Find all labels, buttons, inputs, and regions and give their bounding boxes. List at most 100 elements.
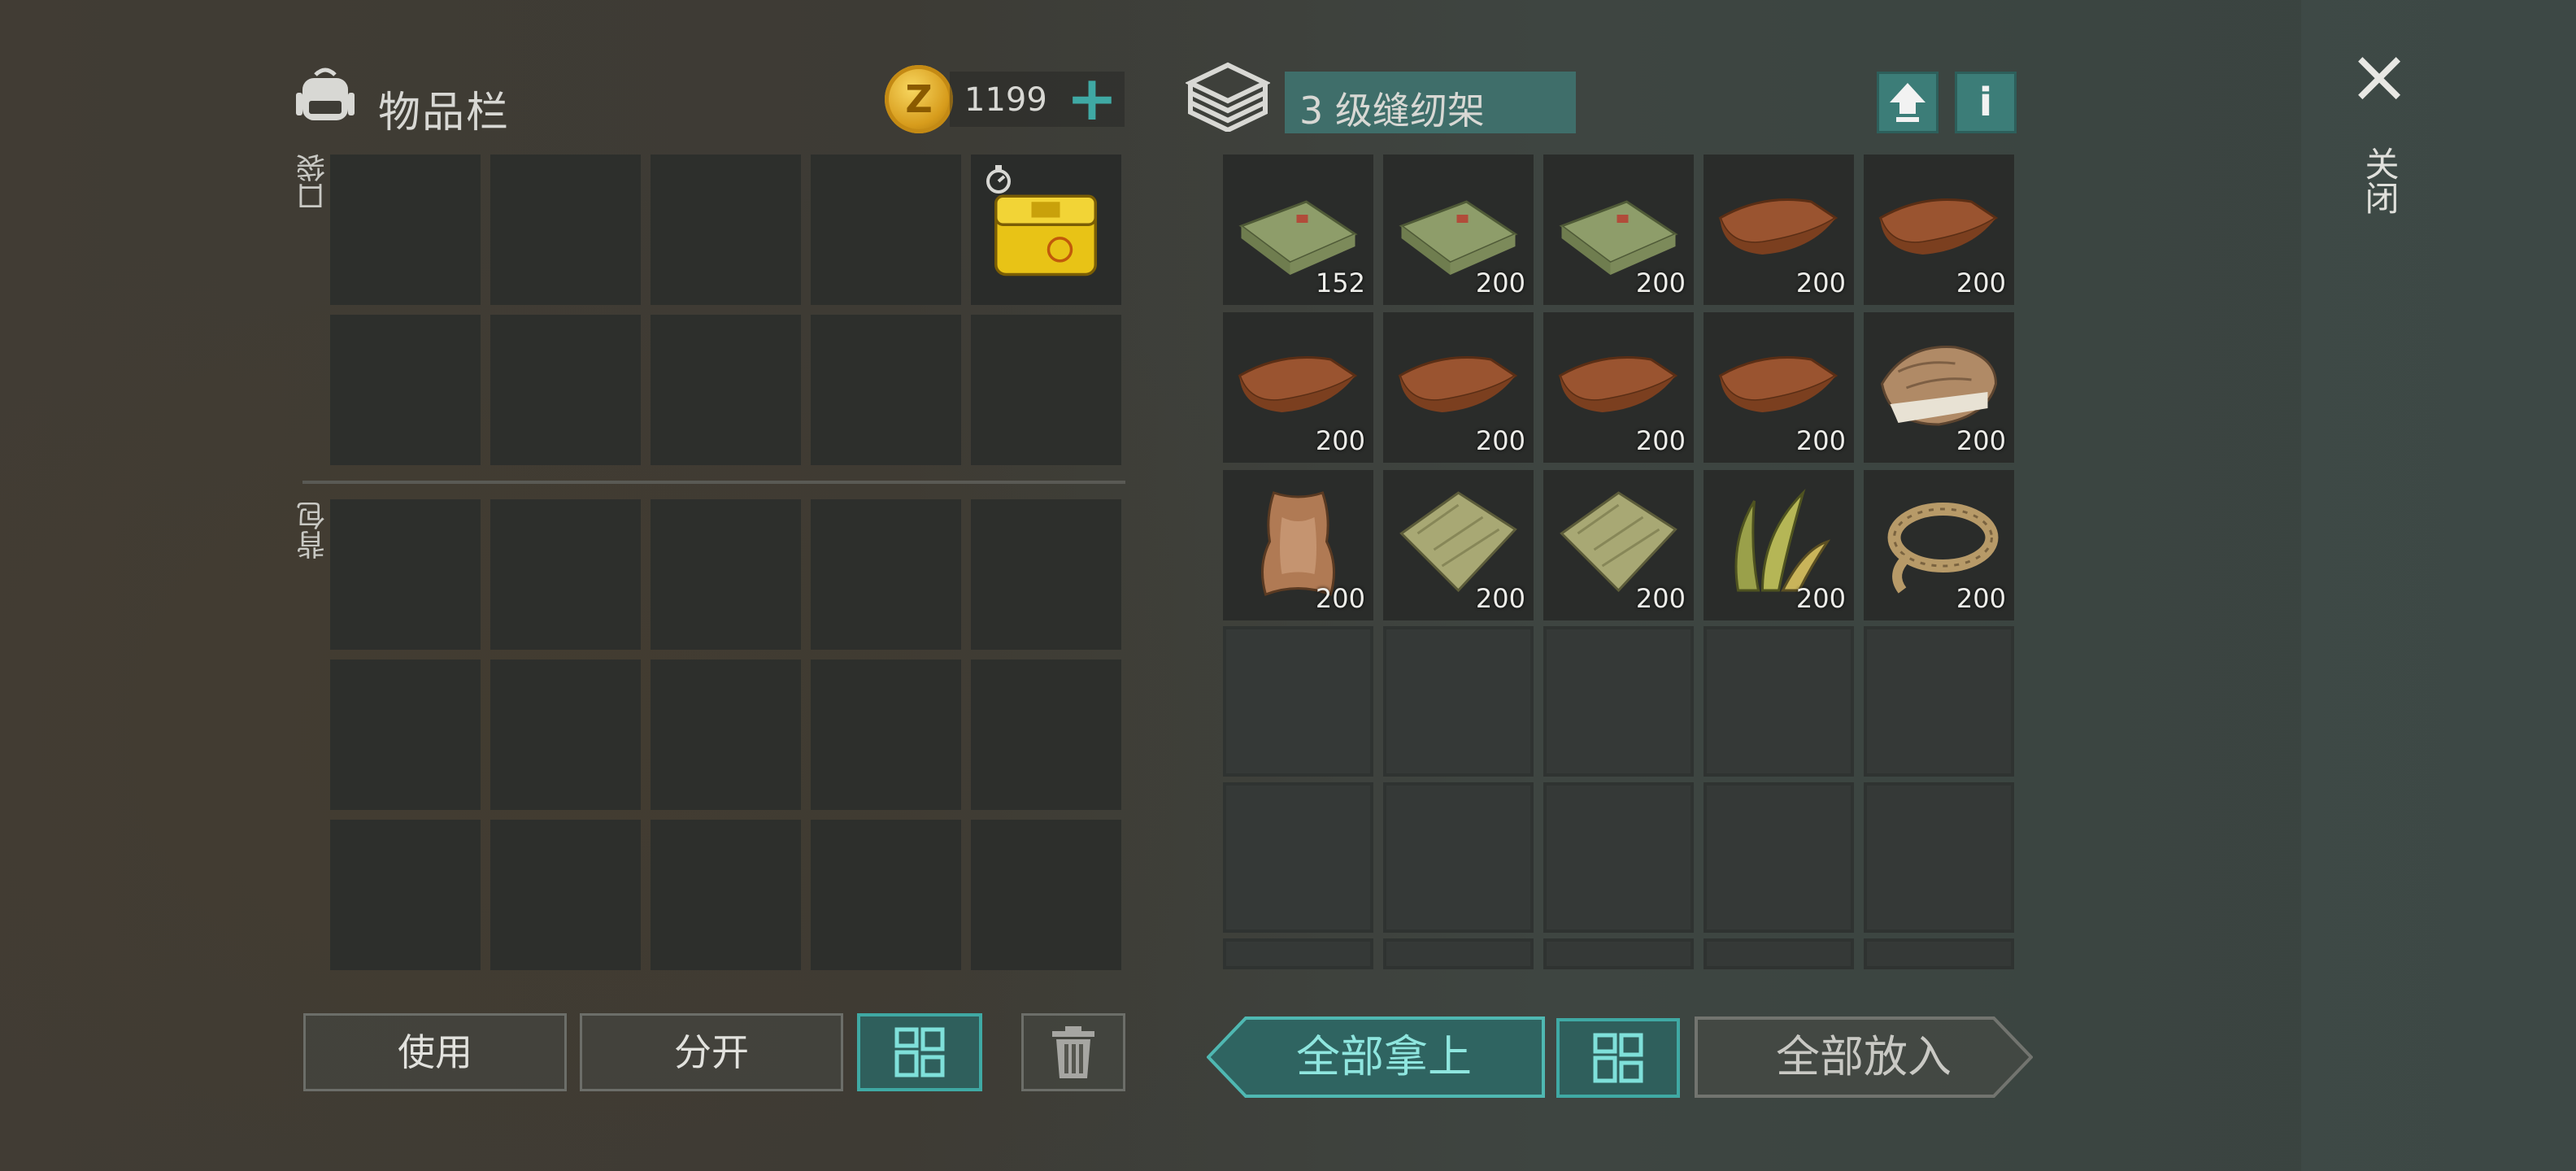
burlap-icon bbox=[1560, 491, 1677, 593]
backpack-slot[interactable] bbox=[811, 499, 961, 650]
section-divider bbox=[302, 481, 1125, 484]
backpack-slot[interactable] bbox=[490, 820, 641, 970]
storage-slot[interactable]: 200 bbox=[1704, 470, 1854, 620]
storage-slot[interactable]: 200 bbox=[1383, 470, 1534, 620]
storage-slot[interactable] bbox=[1383, 938, 1534, 969]
item-quantity: 200 bbox=[1315, 425, 1365, 456]
plant-fiber-icon bbox=[1734, 488, 1831, 592]
storage-slot[interactable] bbox=[1704, 626, 1854, 777]
backpack-slot[interactable] bbox=[490, 499, 641, 650]
leather-icon bbox=[1398, 356, 1518, 412]
storage-slot[interactable]: 200 bbox=[1543, 312, 1694, 463]
storage-slot[interactable] bbox=[1864, 782, 2014, 933]
cloth-icon bbox=[1559, 200, 1678, 275]
backpack-slot[interactable] bbox=[330, 499, 481, 650]
info-button[interactable]: i bbox=[1955, 72, 2017, 133]
close-icon[interactable]: × bbox=[2347, 39, 2412, 114]
put-all-label: 全部放入 bbox=[1776, 1031, 1952, 1082]
pocket-slot[interactable] bbox=[811, 155, 961, 305]
trash-button[interactable] bbox=[1021, 1013, 1125, 1091]
pocket-slot[interactable] bbox=[971, 315, 1121, 465]
coin-icon: Z bbox=[885, 65, 953, 133]
storage-slot[interactable]: 200 bbox=[1864, 155, 2014, 305]
storage-slot[interactable] bbox=[1704, 782, 1854, 933]
inventory-title: 物品栏 bbox=[378, 89, 511, 137]
grid-sort-icon bbox=[1593, 1033, 1643, 1083]
storage-slot[interactable]: 200 bbox=[1543, 470, 1694, 620]
hide-icon bbox=[1261, 491, 1335, 596]
item-quantity: 200 bbox=[1315, 583, 1365, 614]
use-button[interactable]: 使用 bbox=[303, 1013, 567, 1091]
storage-slot[interactable]: 200 bbox=[1543, 155, 1694, 305]
storage-slot[interactable]: 200 bbox=[1383, 155, 1534, 305]
backpack-icon bbox=[296, 67, 355, 120]
item-quantity: 152 bbox=[1315, 268, 1365, 298]
item-quantity: 200 bbox=[1795, 268, 1846, 298]
split-button[interactable]: 分开 bbox=[580, 1013, 843, 1091]
backpack-slot[interactable] bbox=[490, 660, 641, 810]
storage-slot[interactable] bbox=[1543, 782, 1694, 933]
storage-slot[interactable]: 200 bbox=[1223, 312, 1373, 463]
backpack-slot[interactable] bbox=[330, 820, 481, 970]
pocket-slot-supply-box[interactable] bbox=[971, 155, 1121, 305]
leather-icon bbox=[1718, 198, 1838, 255]
item-quantity: 200 bbox=[1956, 583, 2006, 614]
item-quantity: 200 bbox=[1635, 425, 1686, 456]
close-label[interactable]: 关闭 bbox=[2355, 146, 2404, 215]
storage-slot[interactable]: 200 bbox=[1864, 470, 2014, 620]
pocket-slot[interactable] bbox=[330, 155, 481, 305]
storage-slot[interactable] bbox=[1223, 782, 1373, 933]
sort-inventory-button[interactable] bbox=[857, 1013, 982, 1091]
upload-button[interactable] bbox=[1877, 72, 1939, 133]
storage-slot[interactable]: 200 bbox=[1704, 155, 1854, 305]
storage-slot[interactable] bbox=[1864, 938, 2014, 969]
backpack-slot[interactable] bbox=[811, 820, 961, 970]
fur-icon bbox=[1880, 346, 1998, 426]
pocket-slot[interactable] bbox=[330, 315, 481, 465]
item-quantity: 200 bbox=[1956, 425, 2006, 456]
storage-slot[interactable]: 152 bbox=[1223, 155, 1373, 305]
storage-slot[interactable] bbox=[1383, 782, 1534, 933]
sort-storage-button[interactable] bbox=[1556, 1018, 1680, 1098]
storage-slot[interactable] bbox=[1223, 938, 1373, 969]
take-all-label: 全部拿上 bbox=[1296, 1031, 1472, 1082]
backpack-slot[interactable] bbox=[651, 820, 801, 970]
storage-slot[interactable] bbox=[1543, 938, 1694, 969]
leather-icon bbox=[1238, 356, 1358, 412]
storage-slot[interactable]: 200 bbox=[1383, 312, 1534, 463]
station-title: 3 级缝纫架 bbox=[1299, 89, 1485, 133]
add-coins-button[interactable]: + bbox=[1064, 67, 1120, 129]
side-panel-strip bbox=[2301, 0, 2576, 1171]
item-quantity: 200 bbox=[1635, 583, 1686, 614]
leather-icon bbox=[1878, 198, 1999, 255]
put-all-button[interactable]: 全部放入 bbox=[1695, 1016, 2033, 1098]
item-quantity: 200 bbox=[1475, 268, 1525, 298]
storage-slot[interactable]: 200 bbox=[1704, 312, 1854, 463]
storage-slot[interactable] bbox=[1223, 626, 1373, 777]
storage-slot[interactable] bbox=[1543, 626, 1694, 777]
storage-slot[interactable] bbox=[1704, 938, 1854, 969]
coin-count: 1199 bbox=[964, 81, 1047, 119]
pocket-slot[interactable] bbox=[811, 315, 961, 465]
pocket-slot[interactable] bbox=[651, 315, 801, 465]
pocket-label: 口袋 bbox=[297, 153, 330, 211]
pocket-slot[interactable] bbox=[490, 155, 641, 305]
take-all-button[interactable]: 全部拿上 bbox=[1207, 1016, 1545, 1098]
storage-slot[interactable]: 200 bbox=[1223, 470, 1373, 620]
backpack-slot[interactable] bbox=[811, 660, 961, 810]
backpack-slot[interactable] bbox=[971, 499, 1121, 650]
storage-slot[interactable] bbox=[1864, 626, 2014, 777]
backpack-slot[interactable] bbox=[651, 660, 801, 810]
backpack-slot[interactable] bbox=[971, 820, 1121, 970]
storage-slot[interactable]: 200 bbox=[1864, 312, 2014, 463]
crafting-station-icon bbox=[1186, 62, 1270, 132]
storage-slot[interactable] bbox=[1383, 626, 1534, 777]
backpack-slot[interactable] bbox=[651, 499, 801, 650]
cloth-icon bbox=[1238, 200, 1358, 275]
pocket-slot[interactable] bbox=[490, 315, 641, 465]
pocket-slot[interactable] bbox=[651, 155, 801, 305]
leather-icon bbox=[1558, 356, 1678, 412]
backpack-slot[interactable] bbox=[330, 660, 481, 810]
backpack-slot[interactable] bbox=[971, 660, 1121, 810]
burlap-icon bbox=[1399, 491, 1517, 593]
